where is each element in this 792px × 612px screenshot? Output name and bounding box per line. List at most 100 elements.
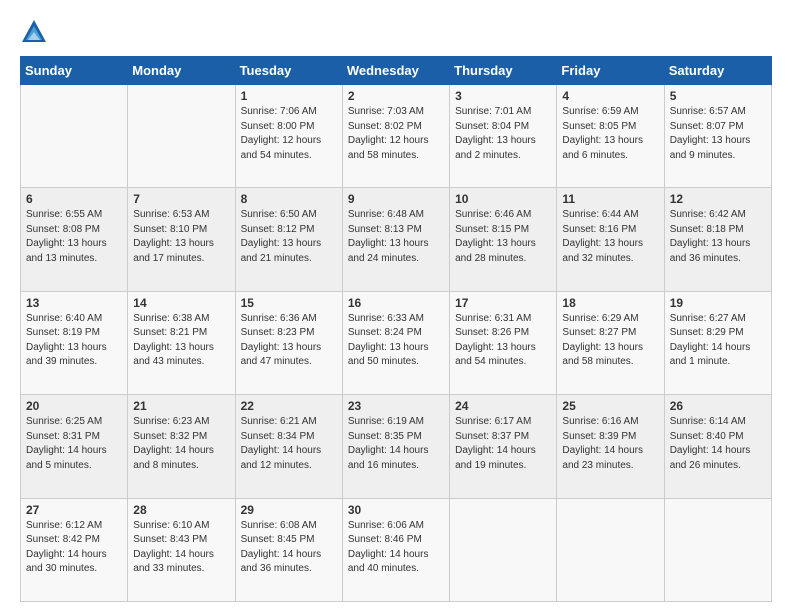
day-cell: 8 Sunrise: 6:50 AM Sunset: 8:12 PM Daylig… (235, 188, 342, 291)
day-cell: 20 Sunrise: 6:25 AM Sunset: 8:31 PM Dayli… (21, 395, 128, 498)
day-info: Sunrise: 6:17 AM Sunset: 8:37 PM Dayligh… (455, 415, 551, 473)
header (20, 18, 772, 46)
day-cell: 15Sunrise: 6:36 AM Sunset: 8:23 PM Dayli… (235, 291, 342, 394)
day-cell: 21 Sunrise: 6:23 AM Sunset: 8:32 PM Dayli… (128, 395, 235, 498)
day-info: Sunrise: 6:19 AM Sunset: 8:35 PM Dayligh… (348, 415, 444, 473)
day-cell: 29 Sunrise: 6:08 AM Sunset: 8:45 PM Dayli… (235, 498, 342, 601)
day-number: 7 (133, 192, 229, 206)
day-cell: 9Sunrise: 6:48 AM Sunset: 8:13 PM Daylig… (342, 188, 449, 291)
day-cell (21, 85, 128, 188)
day-number: 18 (562, 296, 658, 310)
day-number: 20 (26, 399, 122, 413)
day-number: 22 (241, 399, 337, 413)
day-info: Sunrise: 6:53 AM Sunset: 8:10 PM Dayligh… (133, 208, 229, 266)
day-cell (128, 85, 235, 188)
page: SundayMondayTuesdayWednesdayThursdayFrid… (0, 0, 792, 612)
day-cell: 7 Sunrise: 6:53 AM Sunset: 8:10 PM Daylig… (128, 188, 235, 291)
day-number: 6 (26, 192, 122, 206)
day-number: 16 (348, 296, 444, 310)
day-info: Sunrise: 6:42 AM Sunset: 8:18 PM Dayligh… (670, 208, 766, 266)
day-number: 10 (455, 192, 551, 206)
day-cell: 16 Sunrise: 6:33 AM Sunset: 8:24 PM Dayli… (342, 291, 449, 394)
day-cell: 30 Sunrise: 6:06 AM Sunset: 8:46 PM Dayli… (342, 498, 449, 601)
week-row-3: 20 Sunrise: 6:25 AM Sunset: 8:31 PM Dayli… (21, 395, 772, 498)
day-cell: 4Sunrise: 6:59 AM Sunset: 8:05 PM Daylig… (557, 85, 664, 188)
day-info: Sunrise: 7:01 AM Sunset: 8:04 PM Dayligh… (455, 105, 551, 163)
header-day-tuesday: Tuesday (235, 57, 342, 85)
day-number: 4 (562, 89, 658, 103)
day-number: 2 (348, 89, 444, 103)
day-number: 9 (348, 192, 444, 206)
day-info: Sunrise: 6:33 AM Sunset: 8:24 PM Dayligh… (348, 312, 444, 370)
day-cell: 22Sunrise: 6:21 AM Sunset: 8:34 PM Dayli… (235, 395, 342, 498)
day-cell: 12Sunrise: 6:42 AM Sunset: 8:18 PM Dayli… (664, 188, 771, 291)
day-number: 19 (670, 296, 766, 310)
day-number: 29 (241, 503, 337, 517)
day-number: 28 (133, 503, 229, 517)
day-info: Sunrise: 6:57 AM Sunset: 8:07 PM Dayligh… (670, 105, 766, 163)
day-info: Sunrise: 6:40 AM Sunset: 8:19 PM Dayligh… (26, 312, 122, 370)
day-info: Sunrise: 6:10 AM Sunset: 8:43 PM Dayligh… (133, 519, 229, 577)
day-cell: 27 Sunrise: 6:12 AM Sunset: 8:42 PM Dayli… (21, 498, 128, 601)
day-cell: 11 Sunrise: 6:44 AM Sunset: 8:16 PM Dayli… (557, 188, 664, 291)
day-info: Sunrise: 7:06 AM Sunset: 8:00 PM Dayligh… (241, 105, 337, 163)
day-cell: 28 Sunrise: 6:10 AM Sunset: 8:43 PM Dayli… (128, 498, 235, 601)
day-info: Sunrise: 6:31 AM Sunset: 8:26 PM Dayligh… (455, 312, 551, 370)
day-cell: 25Sunrise: 6:16 AM Sunset: 8:39 PM Dayli… (557, 395, 664, 498)
day-number: 27 (26, 503, 122, 517)
day-info: Sunrise: 7:03 AM Sunset: 8:02 PM Dayligh… (348, 105, 444, 163)
day-cell (557, 498, 664, 601)
header-day-sunday: Sunday (21, 57, 128, 85)
day-info: Sunrise: 6:14 AM Sunset: 8:40 PM Dayligh… (670, 415, 766, 473)
day-cell (450, 498, 557, 601)
header-day-monday: Monday (128, 57, 235, 85)
header-row: SundayMondayTuesdayWednesdayThursdayFrid… (21, 57, 772, 85)
day-info: Sunrise: 6:55 AM Sunset: 8:08 PM Dayligh… (26, 208, 122, 266)
day-number: 24 (455, 399, 551, 413)
day-cell (664, 498, 771, 601)
day-info: Sunrise: 6:38 AM Sunset: 8:21 PM Dayligh… (133, 312, 229, 370)
day-info: Sunrise: 6:06 AM Sunset: 8:46 PM Dayligh… (348, 519, 444, 577)
logo-icon (20, 18, 48, 46)
day-info: Sunrise: 6:23 AM Sunset: 8:32 PM Dayligh… (133, 415, 229, 473)
calendar-header: SundayMondayTuesdayWednesdayThursdayFrid… (21, 57, 772, 85)
day-number: 15 (241, 296, 337, 310)
day-number: 8 (241, 192, 337, 206)
day-number: 21 (133, 399, 229, 413)
day-cell: 13 Sunrise: 6:40 AM Sunset: 8:19 PM Dayli… (21, 291, 128, 394)
day-info: Sunrise: 6:44 AM Sunset: 8:16 PM Dayligh… (562, 208, 658, 266)
week-row-0: 1 Sunrise: 7:06 AM Sunset: 8:00 PM Daylig… (21, 85, 772, 188)
day-number: 26 (670, 399, 766, 413)
day-number: 17 (455, 296, 551, 310)
day-info: Sunrise: 6:29 AM Sunset: 8:27 PM Dayligh… (562, 312, 658, 370)
calendar-body: 1 Sunrise: 7:06 AM Sunset: 8:00 PM Daylig… (21, 85, 772, 602)
week-row-2: 13 Sunrise: 6:40 AM Sunset: 8:19 PM Dayli… (21, 291, 772, 394)
day-info: Sunrise: 6:08 AM Sunset: 8:45 PM Dayligh… (241, 519, 337, 577)
day-number: 11 (562, 192, 658, 206)
day-cell: 2 Sunrise: 7:03 AM Sunset: 8:02 PM Daylig… (342, 85, 449, 188)
day-cell: 14 Sunrise: 6:38 AM Sunset: 8:21 PM Dayli… (128, 291, 235, 394)
day-number: 14 (133, 296, 229, 310)
day-cell: 26 Sunrise: 6:14 AM Sunset: 8:40 PM Dayli… (664, 395, 771, 498)
day-cell: 6 Sunrise: 6:55 AM Sunset: 8:08 PM Daylig… (21, 188, 128, 291)
day-cell: 18 Sunrise: 6:29 AM Sunset: 8:27 PM Dayli… (557, 291, 664, 394)
calendar-table: SundayMondayTuesdayWednesdayThursdayFrid… (20, 56, 772, 602)
day-number: 23 (348, 399, 444, 413)
day-cell: 3 Sunrise: 7:01 AM Sunset: 8:04 PM Daylig… (450, 85, 557, 188)
day-cell: 24 Sunrise: 6:17 AM Sunset: 8:37 PM Dayli… (450, 395, 557, 498)
header-day-saturday: Saturday (664, 57, 771, 85)
day-number: 30 (348, 503, 444, 517)
day-info: Sunrise: 6:12 AM Sunset: 8:42 PM Dayligh… (26, 519, 122, 577)
day-info: Sunrise: 6:16 AM Sunset: 8:39 PM Dayligh… (562, 415, 658, 473)
day-info: Sunrise: 6:25 AM Sunset: 8:31 PM Dayligh… (26, 415, 122, 473)
day-number: 1 (241, 89, 337, 103)
logo (20, 18, 54, 46)
day-info: Sunrise: 6:27 AM Sunset: 8:29 PM Dayligh… (670, 312, 766, 370)
day-info: Sunrise: 6:50 AM Sunset: 8:12 PM Dayligh… (241, 208, 337, 266)
day-number: 3 (455, 89, 551, 103)
header-day-friday: Friday (557, 57, 664, 85)
day-cell: 5 Sunrise: 6:57 AM Sunset: 8:07 PM Daylig… (664, 85, 771, 188)
day-number: 5 (670, 89, 766, 103)
day-cell: 1 Sunrise: 7:06 AM Sunset: 8:00 PM Daylig… (235, 85, 342, 188)
day-number: 13 (26, 296, 122, 310)
